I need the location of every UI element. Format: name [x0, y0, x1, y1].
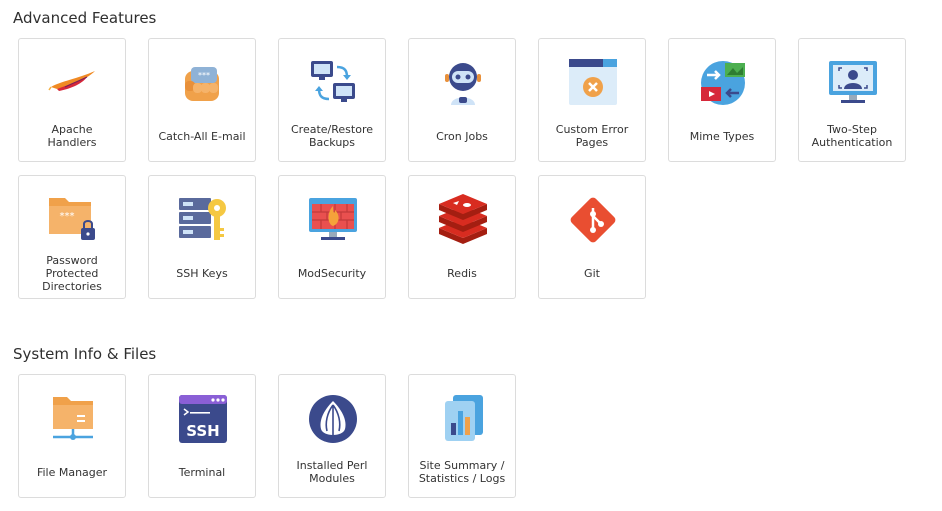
tile-redis[interactable]: Redis: [408, 175, 516, 299]
server-key-icon: [177, 194, 229, 246]
mime-globe-icon: [697, 57, 749, 109]
tile-label: Cron Jobs: [436, 129, 488, 143]
tile-label: Installed Perl Modules: [296, 459, 368, 485]
two-step-monitor-icon: [827, 57, 879, 109]
svg-text:***: ***: [198, 71, 210, 80]
tile-catch-all-email[interactable]: *** Catch-All E-mail: [148, 38, 256, 162]
svg-text:***: ***: [60, 211, 75, 222]
tile-label: Terminal: [178, 465, 226, 479]
tile-label: Custom Error Pages: [555, 123, 629, 149]
tile-label: Site Summary / Statistics / Logs: [418, 459, 506, 485]
tile-cron-jobs[interactable]: Cron Jobs: [408, 38, 516, 162]
tile-create-restore-backups[interactable]: Create/Restore Backups: [278, 38, 386, 162]
perl-onion-icon: [307, 393, 359, 445]
tile-label: Apache Handlers: [47, 123, 97, 149]
tile-label: Two-Step Authentication: [811, 123, 893, 149]
firewall-monitor-icon: [307, 194, 359, 246]
tile-custom-error-pages[interactable]: Custom Error Pages: [538, 38, 646, 162]
tile-terminal[interactable]: SSH Terminal: [148, 374, 256, 498]
robot-icon: [437, 57, 489, 109]
svg-text:SSH: SSH: [186, 422, 220, 440]
fist-icon: ***: [177, 57, 229, 109]
tile-apache-handlers[interactable]: Apache Handlers: [18, 38, 126, 162]
tile-git[interactable]: Git: [538, 175, 646, 299]
statistics-icon: [437, 393, 489, 445]
tile-label: Mime Types: [689, 129, 755, 143]
tile-two-step-authentication[interactable]: Two-Step Authentication: [798, 38, 906, 162]
tile-site-summary-statistics-logs[interactable]: Site Summary / Statistics / Logs: [408, 374, 516, 498]
tile-mime-types[interactable]: Mime Types: [668, 38, 776, 162]
tile-file-manager[interactable]: File Manager: [18, 374, 126, 498]
backup-monitors-icon: [307, 57, 359, 109]
tile-modsecurity[interactable]: ModSecurity: [278, 175, 386, 299]
tile-label: Password Protected Directories: [42, 253, 102, 293]
tile-label: Catch-All E-mail: [158, 129, 246, 143]
tile-password-protected-directories[interactable]: *** Password Protected Directories: [18, 175, 126, 299]
redis-icon: [437, 194, 489, 246]
file-manager-icon: [47, 393, 99, 445]
tile-ssh-keys[interactable]: SSH Keys: [148, 175, 256, 299]
apache-feather-icon: [47, 57, 99, 109]
tile-label: SSH Keys: [176, 266, 228, 280]
error-page-icon: [567, 57, 619, 109]
tile-label: Git: [584, 266, 600, 280]
tile-label: Create/Restore Backups: [291, 123, 373, 149]
git-icon: [567, 194, 619, 246]
section-title-advanced-features: Advanced Features: [13, 9, 157, 27]
tile-label: File Manager: [36, 465, 108, 479]
tile-installed-perl-modules[interactable]: Installed Perl Modules: [278, 374, 386, 498]
locked-folder-icon: ***: [47, 194, 99, 246]
tile-label: ModSecurity: [297, 266, 367, 280]
tile-label: Redis: [447, 266, 477, 280]
ssh-terminal-icon: SSH: [177, 393, 229, 445]
section-title-system-info-files: System Info & Files: [13, 345, 157, 363]
